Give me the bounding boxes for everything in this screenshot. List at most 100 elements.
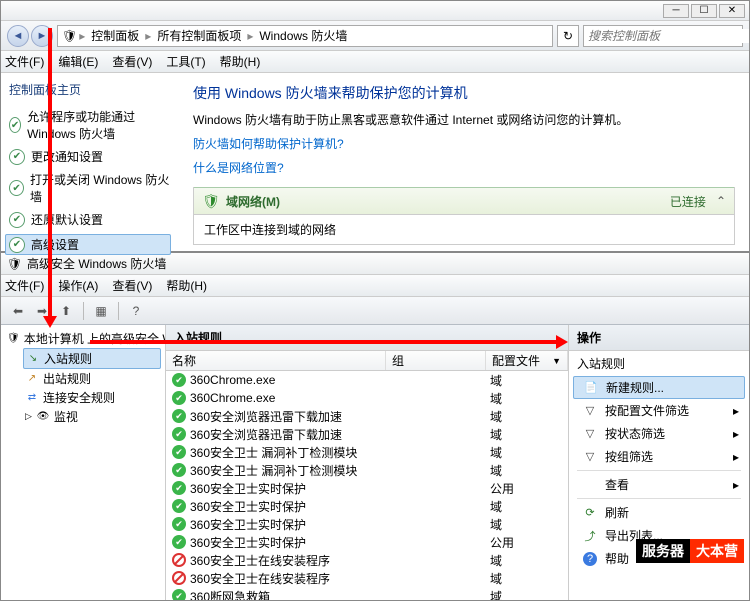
sidebar-item-label: 高级设置: [31, 236, 79, 253]
firewall-icon: 🛡: [7, 332, 20, 346]
action-label: 刷新: [605, 504, 629, 521]
monitor-icon: 👁: [36, 410, 50, 424]
chevron-right-icon: ▸: [733, 450, 739, 464]
shield-icon: ✔: [9, 237, 25, 253]
rule-row[interactable]: ✔360Chrome.exe域: [166, 371, 568, 389]
rule-name: 360安全卫士在线安装程序: [190, 552, 330, 569]
menu-file[interactable]: 文件(F): [5, 277, 44, 294]
rule-profile: 公用: [486, 534, 568, 551]
toolbar-help-button[interactable]: ?: [125, 300, 147, 322]
window-titlebar: 🛡 高级安全 Windows 防火墙: [1, 253, 749, 275]
toolbar-up-button[interactable]: ⬆: [55, 300, 77, 322]
rule-row[interactable]: 360安全卫士在线安装程序域: [166, 551, 568, 569]
breadcrumb[interactable]: 🛡 ▸ 控制面板 ▸ 所有控制面板项 ▸ Windows 防火墙: [57, 25, 553, 47]
action-label: 新建规则...: [606, 379, 664, 396]
menu-edit[interactable]: 编辑(E): [58, 53, 98, 70]
export-icon: ⤴: [583, 529, 597, 543]
tree-label: 连接安全规则: [43, 389, 115, 406]
col-profile[interactable]: 配置文件▼: [486, 351, 568, 370]
search-box[interactable]: 🔍: [583, 25, 743, 47]
sidebar-item-notify[interactable]: ✔更改通知设置: [9, 148, 171, 165]
page-description: Windows 防火墙有助于防止黑客或恶意软件通过 Internet 或网络访问…: [193, 111, 735, 129]
tree-connection-rules[interactable]: ⇄连接安全规则: [23, 388, 161, 407]
rule-row[interactable]: ✔360安全浏览器迅雷下载加速域: [166, 407, 568, 425]
address-bar: ◄ ► 🛡 ▸ 控制面板 ▸ 所有控制面板项 ▸ Windows 防火墙 ↻ 🔍: [1, 21, 749, 51]
rule-profile: 域: [486, 462, 568, 479]
col-name[interactable]: 名称: [166, 351, 386, 370]
toolbar-view-button[interactable]: ▦: [90, 300, 112, 322]
rule-name: 360安全卫士实时保护: [190, 498, 306, 515]
refresh-button[interactable]: ↻: [557, 25, 579, 47]
allowed-icon: ✔: [172, 499, 186, 513]
rule-name: 360安全卫士在线安装程序: [190, 570, 330, 587]
help-icon: ?: [583, 552, 597, 566]
window-titlebar: ─ ☐ ✕: [1, 1, 749, 21]
rules-panel-title: 入站规则: [166, 325, 568, 351]
action-filter-group[interactable]: ▽按组筛选▸: [569, 445, 749, 468]
toolbar-back-button[interactable]: ⬅: [7, 300, 29, 322]
minimize-button[interactable]: ─: [663, 4, 689, 18]
network-domain-box: 🛡 域网络(M) 已连接 ⌃ 工作区中连接到域的网络: [193, 187, 735, 245]
rule-row[interactable]: ✔360安全卫士实时保护公用: [166, 533, 568, 551]
action-filter-state[interactable]: ▽按状态筛选▸: [569, 422, 749, 445]
search-input[interactable]: [584, 29, 749, 43]
action-filter-profile[interactable]: ▽按配置文件筛选▸: [569, 399, 749, 422]
tree-inbound-rules[interactable]: ↘入站规则: [23, 348, 161, 369]
rule-row[interactable]: ✔360安全卫士实时保护公用: [166, 479, 568, 497]
rule-row[interactable]: 360安全卫士在线安装程序域: [166, 569, 568, 587]
filter-icon: ▽: [583, 450, 597, 464]
rule-row[interactable]: ✔360断网急救箱域: [166, 587, 568, 600]
menu-view[interactable]: 查看(V): [112, 53, 152, 70]
action-view[interactable]: 查看▸: [569, 473, 749, 496]
chevron-down-icon: ▼: [552, 356, 561, 366]
menu-file[interactable]: 文件(F): [5, 53, 44, 70]
allowed-icon: ✔: [172, 517, 186, 531]
crumb-control-panel[interactable]: 控制面板: [87, 27, 143, 44]
rule-name: 360安全卫士实时保护: [190, 480, 306, 497]
crumb-firewall[interactable]: Windows 防火墙: [255, 27, 351, 44]
help-link-location[interactable]: 什么是网络位置?: [193, 161, 284, 175]
menu-action[interactable]: 操作(A): [58, 277, 98, 294]
filter-icon: ▽: [583, 427, 597, 441]
col-group[interactable]: 组: [386, 351, 486, 370]
action-refresh[interactable]: ⟳刷新: [569, 501, 749, 524]
menu-tools[interactable]: 工具(T): [166, 53, 205, 70]
rule-name: 360Chrome.exe: [190, 373, 275, 387]
allowed-icon: ✔: [172, 481, 186, 495]
expand-icon[interactable]: ▷: [25, 411, 32, 422]
sidebar-item-advanced[interactable]: ✔ 高级设置: [5, 234, 171, 255]
watermark-text: 大本营: [690, 539, 744, 563]
rule-row[interactable]: ✔360安全卫士实时保护域: [166, 497, 568, 515]
tree-outbound-rules[interactable]: ↗出站规则: [23, 369, 161, 388]
rule-row[interactable]: ✔360安全卫士 漏洞补丁检测模块域: [166, 443, 568, 461]
rule-row[interactable]: ✔360安全浏览器迅雷下载加速域: [166, 425, 568, 443]
tree-monitor[interactable]: ▷👁监视: [23, 407, 161, 426]
maximize-button[interactable]: ☐: [691, 4, 717, 18]
allowed-icon: ✔: [172, 373, 186, 387]
rule-profile: 域: [486, 588, 568, 601]
control-panel-window: ─ ☐ ✕ ◄ ► 🛡 ▸ 控制面板 ▸ 所有控制面板项 ▸ Windows 防…: [0, 0, 750, 252]
firewall-icon: 🛡: [7, 257, 21, 271]
back-button[interactable]: ◄: [7, 25, 29, 47]
sidebar-item-toggle[interactable]: ✔打开或关闭 Windows 防火墙: [9, 171, 171, 205]
menu-help[interactable]: 帮助(H): [166, 277, 207, 294]
sidebar-item-restore[interactable]: ✔还原默认设置: [9, 211, 171, 228]
rule-profile: 域: [486, 408, 568, 425]
allowed-icon: ✔: [172, 535, 186, 549]
rule-row[interactable]: ✔360安全卫士 漏洞补丁检测模块域: [166, 461, 568, 479]
tree-root[interactable]: 🛡本地计算机 上的高级安全 Win: [5, 329, 161, 348]
crumb-all-items[interactable]: 所有控制面板项: [153, 27, 245, 44]
action-new-rule[interactable]: 📄新建规则...: [573, 376, 745, 399]
menu-help[interactable]: 帮助(H): [220, 53, 261, 70]
rule-row[interactable]: ✔360Chrome.exe域: [166, 389, 568, 407]
close-button[interactable]: ✕: [719, 4, 745, 18]
network-domain-header[interactable]: 🛡 域网络(M) 已连接 ⌃: [194, 187, 734, 215]
sidebar-home-link[interactable]: 控制面板主页: [9, 81, 171, 98]
action-label: 查看: [605, 476, 629, 493]
rule-profile: 域: [486, 426, 568, 443]
sidebar-item-allow[interactable]: ✔允许程序或功能通过 Windows 防火墙: [9, 108, 171, 142]
menu-view[interactable]: 查看(V): [112, 277, 152, 294]
rule-row[interactable]: ✔360安全卫士实时保护域: [166, 515, 568, 533]
blocked-icon: [172, 571, 186, 585]
help-link-how[interactable]: 防火墙如何帮助保护计算机?: [193, 137, 344, 151]
